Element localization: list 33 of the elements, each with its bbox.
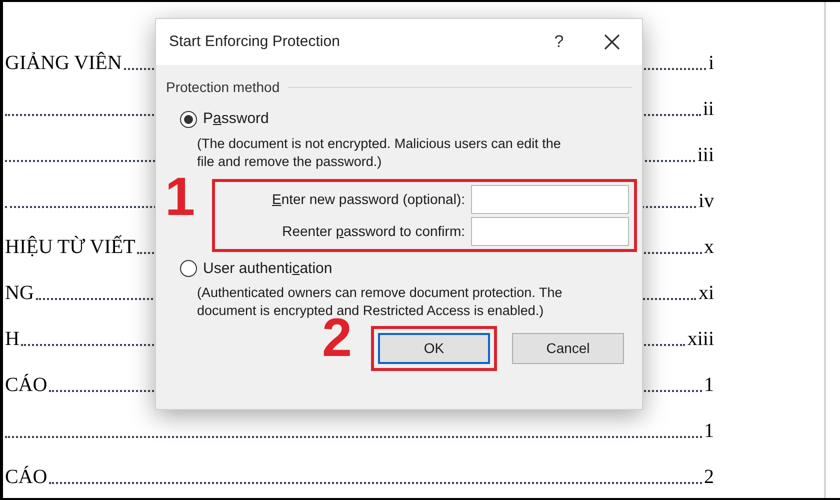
radio-label[interactable]: User authentication — [203, 258, 332, 280]
close-icon[interactable] — [602, 32, 622, 52]
page-number: xiii — [687, 329, 714, 349]
toc-entry: CÁO — [4, 375, 48, 395]
page-number: xi — [698, 283, 714, 303]
page-number: ii — [702, 99, 714, 119]
dialog-button[interactable]: OK — [378, 333, 490, 364]
option-description: (The document is not encrypted. Malicious users can edit the file and remove the password.) — [197, 134, 562, 170]
window-title: Start Enforcing Protection — [169, 32, 341, 52]
dialog-button[interactable]: Cancel — [512, 333, 624, 364]
page-number: 1 — [704, 421, 714, 441]
page-number: i — [708, 53, 714, 73]
option-description: (Authenticated owners can remove document protection. The document is encrypted and Restricted Access is enabled.) — [197, 284, 564, 318]
password-field[interactable] — [471, 216, 629, 246]
field-label: Reenter password to confirm: — [281, 222, 465, 241]
toc-entry: NG — [4, 283, 34, 303]
toc-entry: HIỆU TỪ VIẾT — [4, 237, 136, 257]
password-field[interactable] — [471, 184, 629, 214]
radio-button[interactable] — [180, 110, 197, 128]
toc-entry: GIẢNG VIÊN — [4, 53, 122, 73]
help-button[interactable]: ? — [544, 29, 574, 55]
radio-button[interactable] — [180, 260, 197, 278]
field-label: Enter new password (optional): — [271, 190, 465, 209]
page-number: iv — [698, 191, 714, 211]
group-label: Protection method — [166, 78, 280, 97]
toc-entry: H — [4, 329, 20, 349]
radio-label[interactable]: Password — [203, 108, 269, 130]
page-number: 1 — [704, 375, 714, 395]
toc-entry: CÁO — [4, 467, 48, 487]
page-number: x — [704, 237, 714, 257]
page-number: 2 — [704, 467, 714, 487]
page-number: iii — [697, 145, 714, 165]
callout-number: 1 — [165, 170, 196, 224]
